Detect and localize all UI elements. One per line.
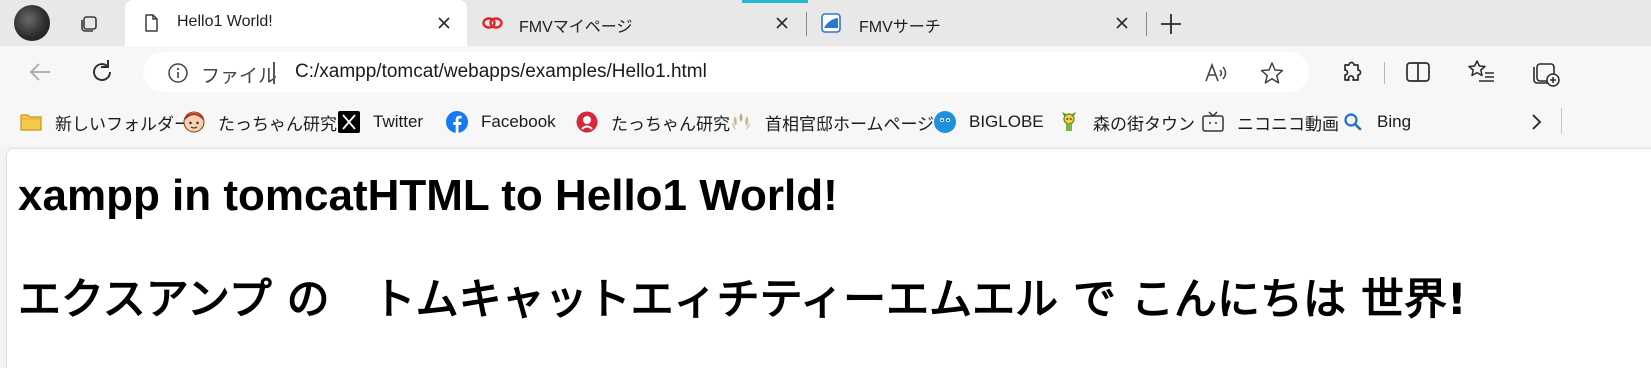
page-content: xampp in tomcatHTML to Hello1 World! エクス… bbox=[6, 148, 1651, 368]
collections-icon[interactable] bbox=[1529, 56, 1561, 88]
favorite-label: たっちゃん研究 bbox=[611, 114, 730, 134]
page-heading-english: xampp in tomcatHTML to Hello1 World! bbox=[18, 171, 838, 220]
favorite-label: ニコニコ動画 bbox=[1237, 114, 1339, 134]
niconico-icon bbox=[1202, 111, 1224, 132]
bing-search-icon bbox=[1344, 113, 1362, 131]
favorites-bar-edge bbox=[1561, 108, 1562, 134]
facebook-icon bbox=[446, 111, 468, 133]
favorite-label: たっちゃん研究 bbox=[218, 114, 337, 134]
url-text[interactable]: C:/xampp/tomcat/webapps/examples/Hello1.… bbox=[295, 61, 707, 83]
favorite-label: Twitter bbox=[373, 112, 424, 131]
info-icon[interactable] bbox=[167, 62, 189, 84]
close-tab-icon[interactable] bbox=[433, 12, 455, 34]
refresh-icon[interactable] bbox=[86, 56, 118, 88]
profile-avatar[interactable] bbox=[14, 5, 50, 41]
favorites-list-icon[interactable] bbox=[1466, 56, 1498, 88]
favorite-label: 首相官邸ホームページ bbox=[765, 114, 935, 134]
extensions-puzzle-icon[interactable] bbox=[1335, 56, 1367, 88]
split-screen-icon[interactable] bbox=[1402, 56, 1434, 88]
favorite-kantei[interactable]: 首相官邸ホームページ bbox=[729, 108, 934, 136]
favorites-bar: 新しいフォルダー たっちゃん研究 Twitter Facebook たっちゃん研… bbox=[0, 98, 1651, 146]
biglobe-icon bbox=[934, 111, 956, 133]
favorite-facebook[interactable]: Facebook bbox=[445, 108, 556, 136]
tab-title: FMVサーチ bbox=[859, 19, 941, 36]
favorite-label: Bing bbox=[1377, 112, 1412, 131]
favorite-label: Facebook bbox=[481, 112, 556, 131]
x-logo-icon bbox=[338, 111, 360, 133]
tab-strip: Hello1 World! FMVマイページ FMVサーチ bbox=[0, 0, 1651, 46]
tab-title: Hello1 World! bbox=[177, 13, 273, 30]
favorite-new-folder[interactable]: 新しいフォルダー bbox=[19, 108, 191, 136]
folder-icon bbox=[20, 114, 42, 131]
close-tab-icon[interactable] bbox=[771, 12, 793, 34]
favorite-bing[interactable]: Bing bbox=[1341, 108, 1411, 136]
address-bar[interactable]: ファイル C:/xampp/tomcat/webapps/examples/He… bbox=[143, 52, 1309, 92]
add-favorite-star-icon[interactable] bbox=[1259, 61, 1285, 85]
favorite-twitter[interactable]: Twitter bbox=[337, 108, 423, 136]
tab-actions-icon bbox=[81, 16, 97, 32]
page-heading-japanese: エクスアンプ の トムキャットエィチティーエムエル で こんにちは 世界! bbox=[18, 275, 1467, 325]
tab-hello1[interactable]: Hello1 World! bbox=[125, 0, 467, 46]
fmv-red-logo-icon bbox=[482, 17, 503, 29]
site-info-label[interactable]: ファイル bbox=[201, 61, 277, 88]
favorite-label: 森の街タウン bbox=[1093, 114, 1195, 134]
back-arrow-icon[interactable] bbox=[24, 56, 56, 88]
favorite-biglobe[interactable]: BIGLOBE bbox=[933, 108, 1044, 136]
navigation-toolbar: ファイル C:/xampp/tomcat/webapps/examples/He… bbox=[0, 46, 1651, 98]
page-icon bbox=[145, 14, 158, 32]
tab-fmv-search[interactable]: FMVサーチ bbox=[807, 0, 1145, 46]
kantei-icon bbox=[732, 113, 750, 130]
address-divider bbox=[273, 62, 275, 84]
tacchan-face-icon bbox=[183, 111, 205, 133]
close-tab-icon[interactable] bbox=[1111, 12, 1133, 34]
mori-town-icon bbox=[1062, 112, 1076, 131]
favorite-label: BIGLOBE bbox=[969, 112, 1044, 131]
favorite-mori-town[interactable]: 森の街タウン bbox=[1057, 108, 1195, 136]
tab-title: FMVマイページ bbox=[519, 19, 633, 36]
favorite-label: 新しいフォルダー bbox=[55, 114, 191, 134]
tab-separator bbox=[1146, 12, 1147, 36]
favorite-tacchan-research-2[interactable]: たっちゃん研究 bbox=[575, 108, 730, 136]
tab-actions-button[interactable] bbox=[73, 8, 103, 38]
favorite-niconico[interactable]: ニコニコ動画 bbox=[1201, 108, 1339, 136]
new-tab-icon[interactable] bbox=[1157, 10, 1185, 38]
read-aloud-icon[interactable] bbox=[1203, 61, 1229, 85]
tacchan-red-icon bbox=[576, 111, 598, 133]
chevron-right-icon[interactable] bbox=[1524, 110, 1548, 134]
favorite-tacchan-research[interactable]: たっちゃん研究 bbox=[182, 108, 337, 136]
toolbar-separator bbox=[1384, 62, 1385, 84]
tab-fmv-mypage[interactable]: FMVマイページ bbox=[467, 0, 805, 46]
fmv-search-icon bbox=[821, 13, 841, 33]
